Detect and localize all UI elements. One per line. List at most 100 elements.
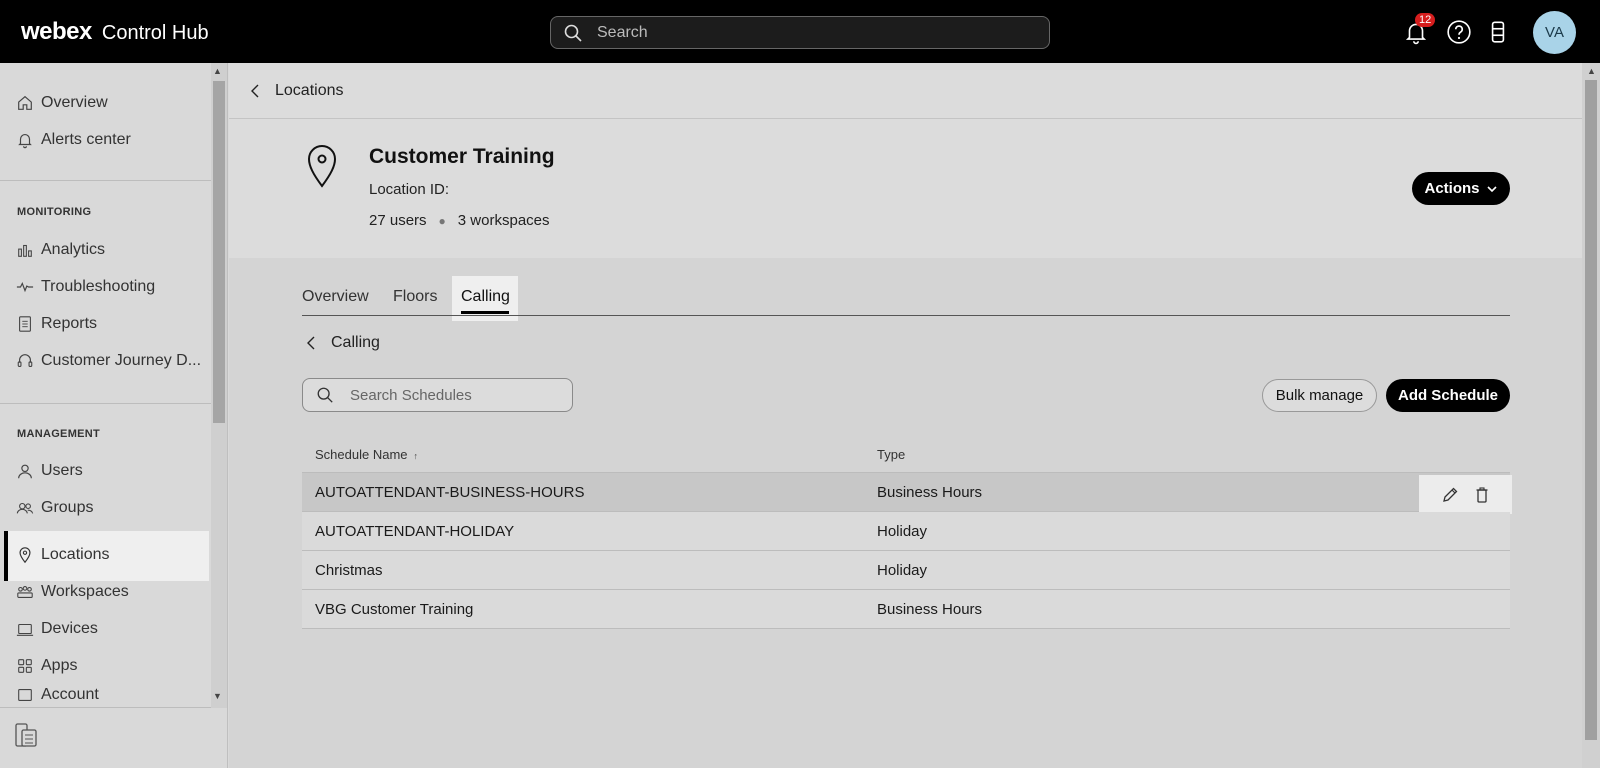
help-icon[interactable]	[1446, 19, 1472, 45]
global-search[interactable]	[550, 16, 1050, 49]
sidebar-divider	[0, 403, 211, 404]
headset-icon	[17, 354, 33, 367]
tab-floors[interactable]: Floors	[393, 288, 437, 306]
table-row[interactable]: VBG Customer Training Business Hours	[302, 590, 1510, 629]
actions-button-label: Actions	[1424, 180, 1480, 197]
location-pin-icon	[307, 145, 337, 188]
sidebar-item-label: Users	[41, 462, 83, 479]
schedule-search-input[interactable]	[350, 386, 560, 404]
search-icon	[564, 24, 582, 42]
tab-calling[interactable]: Calling	[461, 288, 510, 306]
tab-active-underline	[461, 311, 509, 314]
main-scroll-thumb[interactable]	[1585, 80, 1597, 740]
global-search-input[interactable]	[597, 23, 1027, 42]
breadcrumb-locations[interactable]: Locations	[249, 82, 344, 100]
sidebar-item-label: Apps	[41, 657, 78, 674]
sidebar-item-label: Alerts center	[41, 131, 131, 148]
top-bar: webex Control Hub 12 VA	[0, 0, 1600, 63]
actions-button[interactable]: Actions	[1412, 172, 1510, 205]
avatar[interactable]: VA	[1533, 11, 1576, 54]
schedule-search[interactable]	[302, 378, 573, 412]
schedule-type-cell: Business Hours	[877, 601, 983, 618]
sidebar-item-apps[interactable]: Apps	[16, 651, 77, 681]
sidebar-item-reports[interactable]: Reports	[16, 309, 97, 339]
chevron-left-icon	[307, 336, 315, 350]
sidebar-scroll-thumb[interactable]	[213, 81, 225, 423]
sidebar-item-users[interactable]: Users	[16, 456, 83, 486]
product-name: Control Hub	[101, 22, 209, 44]
sort-ascending-icon: ↑	[413, 451, 419, 461]
location-pin-icon	[19, 547, 31, 564]
column-header-label: Schedule Name	[315, 447, 408, 462]
sidebar-divider	[0, 180, 211, 181]
sidebar-item-devices[interactable]: Devices	[16, 614, 98, 644]
scroll-down-icon[interactable]: ▼	[213, 691, 222, 701]
breadcrumb-divider	[229, 118, 1582, 119]
page-title: Customer Training	[369, 145, 555, 168]
group-icon	[16, 502, 34, 514]
tab-overview[interactable]: Overview	[302, 288, 369, 306]
column-header-schedule-name[interactable]: Schedule Name ↑	[315, 447, 418, 462]
sidebar-item-label: Locations	[41, 546, 110, 563]
home-icon	[18, 95, 32, 110]
sidebar-item-label: Reports	[41, 315, 98, 332]
bulk-manage-button[interactable]: Bulk manage	[1262, 379, 1377, 412]
device-icon	[16, 623, 34, 636]
sidebar-item-label: Overview	[41, 94, 108, 111]
sidebar-item-troubleshooting[interactable]: Troubleshooting	[16, 272, 155, 302]
sidebar-item-label: Customer Journey D...	[41, 352, 202, 369]
row-actions	[1419, 475, 1512, 514]
breadcrumb-calling[interactable]: Calling	[305, 334, 380, 352]
sidebar-item-label: Devices	[41, 620, 98, 637]
user-icon	[18, 464, 32, 479]
account-icon	[18, 689, 32, 701]
sidebar-item-workspaces[interactable]: Workspaces	[16, 577, 129, 607]
sidebar-item-locations[interactable]: Locations	[16, 540, 110, 570]
column-header-type: Type	[877, 447, 906, 462]
schedule-name-cell: Christmas	[315, 562, 383, 579]
sidebar-item-label: Troubleshooting	[41, 278, 156, 295]
brand[interactable]: webex Control Hub	[21, 18, 209, 46]
sidebar-item-account[interactable]: Account	[16, 688, 99, 702]
schedule-type-cell: Holiday	[877, 523, 928, 540]
sidebar-item-alerts-center[interactable]: Alerts center	[16, 125, 131, 155]
trash-icon[interactable]	[1473, 486, 1491, 504]
section-label-monitoring: MONITORING	[17, 206, 92, 218]
notification-badge: 12	[1415, 13, 1436, 27]
edit-pencil-icon[interactable]	[1441, 486, 1459, 504]
location-id-label: Location ID:	[369, 181, 450, 198]
sidebar-item-groups[interactable]: Groups	[16, 493, 93, 523]
sidebar-item-label: Account	[41, 688, 99, 702]
add-schedule-button[interactable]: Add Schedule	[1386, 379, 1510, 412]
chevron-down-icon	[1486, 185, 1497, 192]
bell-icon	[18, 134, 32, 149]
server-icon[interactable]	[1485, 19, 1511, 45]
breadcrumb-label: Calling	[331, 334, 380, 351]
scroll-up-icon[interactable]: ▲	[1587, 66, 1596, 76]
table-row[interactable]: Christmas Holiday	[302, 551, 1510, 590]
users-count: 27 users	[369, 212, 427, 229]
sidebar-item-overview[interactable]: Overview	[16, 88, 108, 118]
sidebar-item-analytics[interactable]: Analytics	[16, 235, 105, 265]
schedule-type-cell: Business Hours	[877, 484, 983, 501]
bar-chart-icon	[18, 244, 32, 257]
schedule-name-cell: VBG Customer Training	[315, 601, 474, 618]
sidebar-item-account-clip: Account	[0, 688, 211, 702]
workspaces-icon	[17, 586, 33, 598]
table-row[interactable]: AUTOATTENDANT-HOLIDAY Holiday	[302, 512, 1510, 551]
sidebar-item-label: Analytics	[41, 241, 106, 258]
pulse-icon	[16, 281, 34, 293]
apps-grid-icon	[18, 659, 32, 673]
sidebar-item-customer-journey[interactable]: Customer Journey D...	[16, 346, 201, 376]
scroll-up-icon[interactable]: ▲	[213, 66, 222, 76]
document-icon	[19, 316, 31, 332]
tab-bar: Overview Floors Calling	[302, 276, 1510, 316]
location-stats: 27 users ● 3 workspaces	[369, 212, 550, 229]
sidebar-item-label: Groups	[41, 499, 94, 516]
chevron-left-icon	[251, 84, 259, 98]
section-label-management: MANAGEMENT	[17, 428, 101, 440]
phone-directory-icon[interactable]	[14, 722, 38, 748]
table-row[interactable]: AUTOATTENDANT-BUSINESS-HOURS Business Ho…	[302, 473, 1510, 512]
workspaces-count: 3 workspaces	[457, 212, 550, 229]
schedule-type-cell: Holiday	[877, 562, 928, 579]
